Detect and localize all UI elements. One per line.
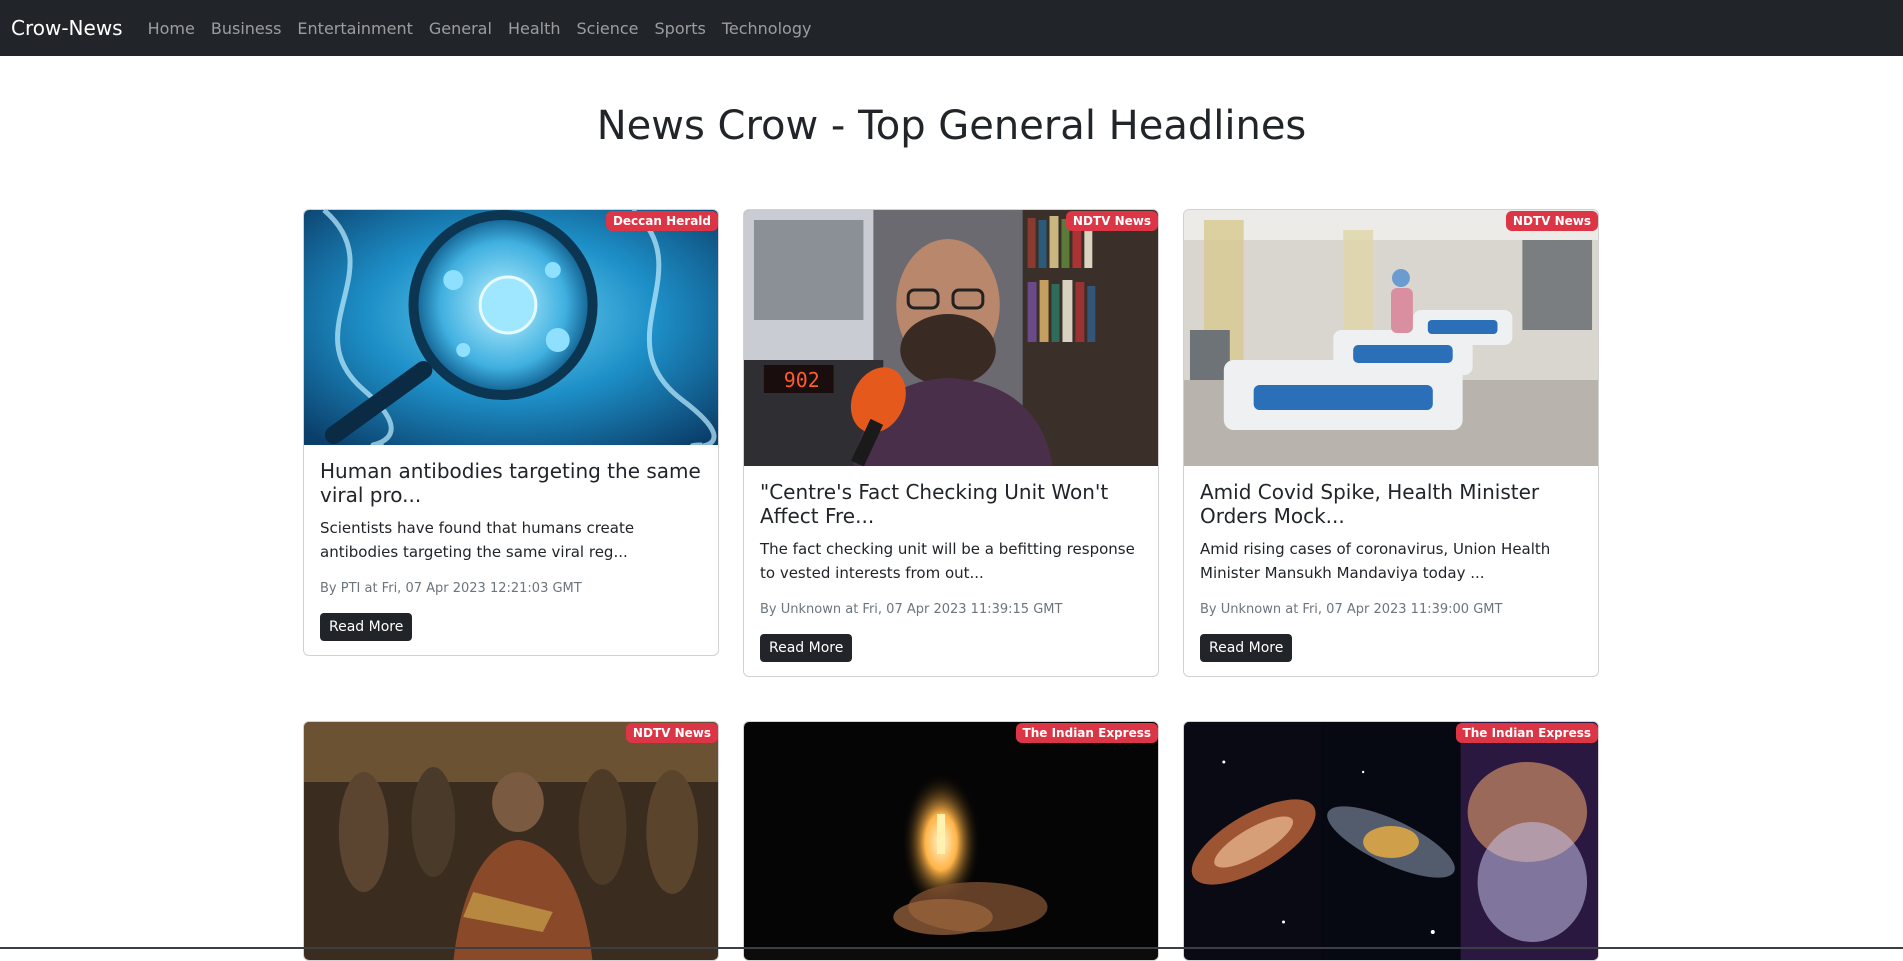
source-badge: The Indian Express xyxy=(1456,723,1598,743)
brand-logo[interactable]: Crow-News xyxy=(11,16,123,40)
read-more-button[interactable]: Read More xyxy=(760,634,852,662)
nav-link-general[interactable]: General xyxy=(429,19,492,38)
article-meta: By Unknown at Fri, 07 Apr 2023 11:39:15 … xyxy=(760,602,1142,617)
card-body: "Centre's Fact Checking Unit Won't Affec… xyxy=(744,466,1158,676)
svg-text:902: 902 xyxy=(784,368,820,392)
article-description: Amid rising cases of coronavirus, Union … xyxy=(1200,537,1582,585)
article-title: "Centre's Fact Checking Unit Won't Affec… xyxy=(760,480,1142,528)
news-card: 902 NDTV News "Centre's Fact Checking Un… xyxy=(743,209,1159,677)
article-description: The fact checking unit will be a befitti… xyxy=(760,537,1142,585)
article-title: Amid Covid Spike, Health Minister Orders… xyxy=(1200,480,1582,528)
source-badge: Deccan Herald xyxy=(606,211,718,231)
news-card: The Indian Express xyxy=(1183,721,1599,961)
card-body: Amid Covid Spike, Health Minister Orders… xyxy=(1184,466,1598,676)
nav-link-health[interactable]: Health xyxy=(508,19,561,38)
news-image-hospital-ward: NDTV News xyxy=(1184,210,1598,466)
nav-link-technology[interactable]: Technology xyxy=(722,19,812,38)
card-body: Human antibodies targeting the same vira… xyxy=(304,445,718,655)
news-image-film-still: NDTV News xyxy=(304,722,718,961)
navbar: Crow-News Home Business Entertainment Ge… xyxy=(0,0,1903,56)
news-card: NDTV News xyxy=(303,721,719,961)
news-card: NDTV News Amid Covid Spike, Health Minis… xyxy=(1183,209,1599,677)
source-badge: The Indian Express xyxy=(1016,723,1158,743)
news-card: The Indian Express xyxy=(743,721,1159,961)
page-title: News Crow - Top General Headlines xyxy=(0,102,1903,150)
nav-link-sports[interactable]: Sports xyxy=(655,19,706,38)
article-meta: By Unknown at Fri, 07 Apr 2023 11:39:00 … xyxy=(1200,602,1582,617)
news-image-dna-virus: Deccan Herald xyxy=(304,210,718,445)
news-card: Deccan Herald Human antibodies targeting… xyxy=(303,209,719,656)
nav-link-home[interactable]: Home xyxy=(148,19,195,38)
article-description: Scientists have found that humans create… xyxy=(320,516,702,564)
source-badge: NDTV News xyxy=(1506,211,1598,231)
article-title: Human antibodies targeting the same vira… xyxy=(320,459,702,507)
read-more-button[interactable]: Read More xyxy=(1200,634,1292,662)
article-meta: By PTI at Fri, 07 Apr 2023 12:21:03 GMT xyxy=(320,581,702,596)
nav-link-business[interactable]: Business xyxy=(211,19,282,38)
news-image-interview: 902 NDTV News xyxy=(744,210,1158,466)
source-badge: NDTV News xyxy=(1066,211,1158,231)
nav-link-science[interactable]: Science xyxy=(576,19,638,38)
read-more-button[interactable]: Read More xyxy=(320,613,412,641)
nav-link-entertainment[interactable]: Entertainment xyxy=(297,19,412,38)
source-badge: NDTV News xyxy=(626,723,718,743)
nav-links: Home Business Entertainment General Heal… xyxy=(136,19,820,38)
news-image-rocket-launch: The Indian Express xyxy=(744,722,1158,961)
news-image-galaxies: The Indian Express xyxy=(1184,722,1598,961)
